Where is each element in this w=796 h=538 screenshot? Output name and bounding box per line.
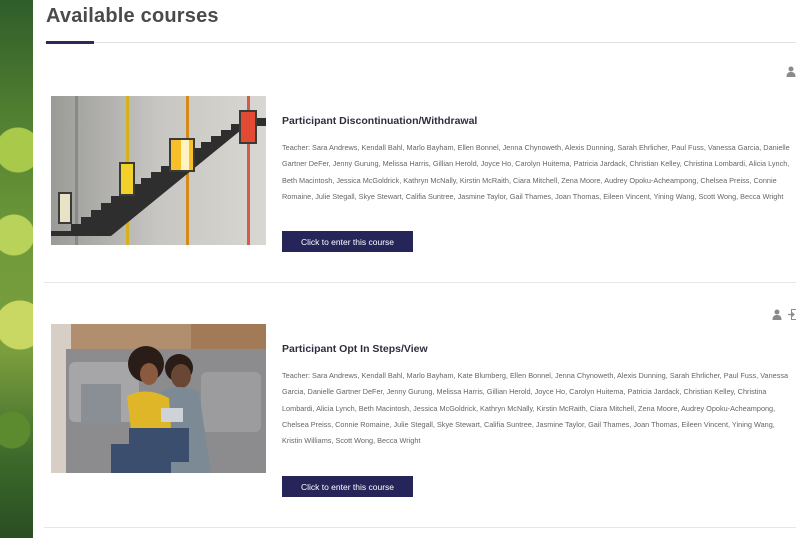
course-card: Participant Opt In Steps/View Teacher: S… (44, 283, 796, 527)
main-content: Available courses Participant Discontinu… (44, 0, 796, 538)
title-divider (44, 42, 796, 43)
course-title[interactable]: Participant Opt In Steps/View (282, 343, 428, 355)
course-title[interactable]: Participant Discontinuation/Withdrawal (282, 115, 477, 127)
enter-course-button[interactable]: Click to enter this course (282, 231, 413, 252)
enter-course-button[interactable]: Click to enter this course (282, 476, 413, 497)
couple-on-couch-image (51, 324, 266, 473)
course-teachers: Teacher: Sara Andrews, Kendall Bahl, Mar… (282, 143, 790, 201)
staircase-lamps-image (51, 96, 266, 245)
course-card: Participant Discontinuation/Withdrawal T… (44, 44, 796, 282)
login-icon[interactable] (788, 308, 796, 320)
course-teachers: Teacher: Sara Andrews, Kendall Bahl, Mar… (282, 371, 789, 446)
course-meta-icons (772, 307, 796, 321)
course-meta-icons (786, 64, 796, 78)
person-icon[interactable] (772, 309, 782, 320)
course-image[interactable] (51, 324, 266, 473)
page-title: Available courses (46, 5, 219, 27)
course-divider (44, 527, 796, 528)
person-icon[interactable] (786, 66, 796, 77)
decorative-side-image (0, 0, 33, 538)
course-image[interactable] (51, 96, 266, 245)
